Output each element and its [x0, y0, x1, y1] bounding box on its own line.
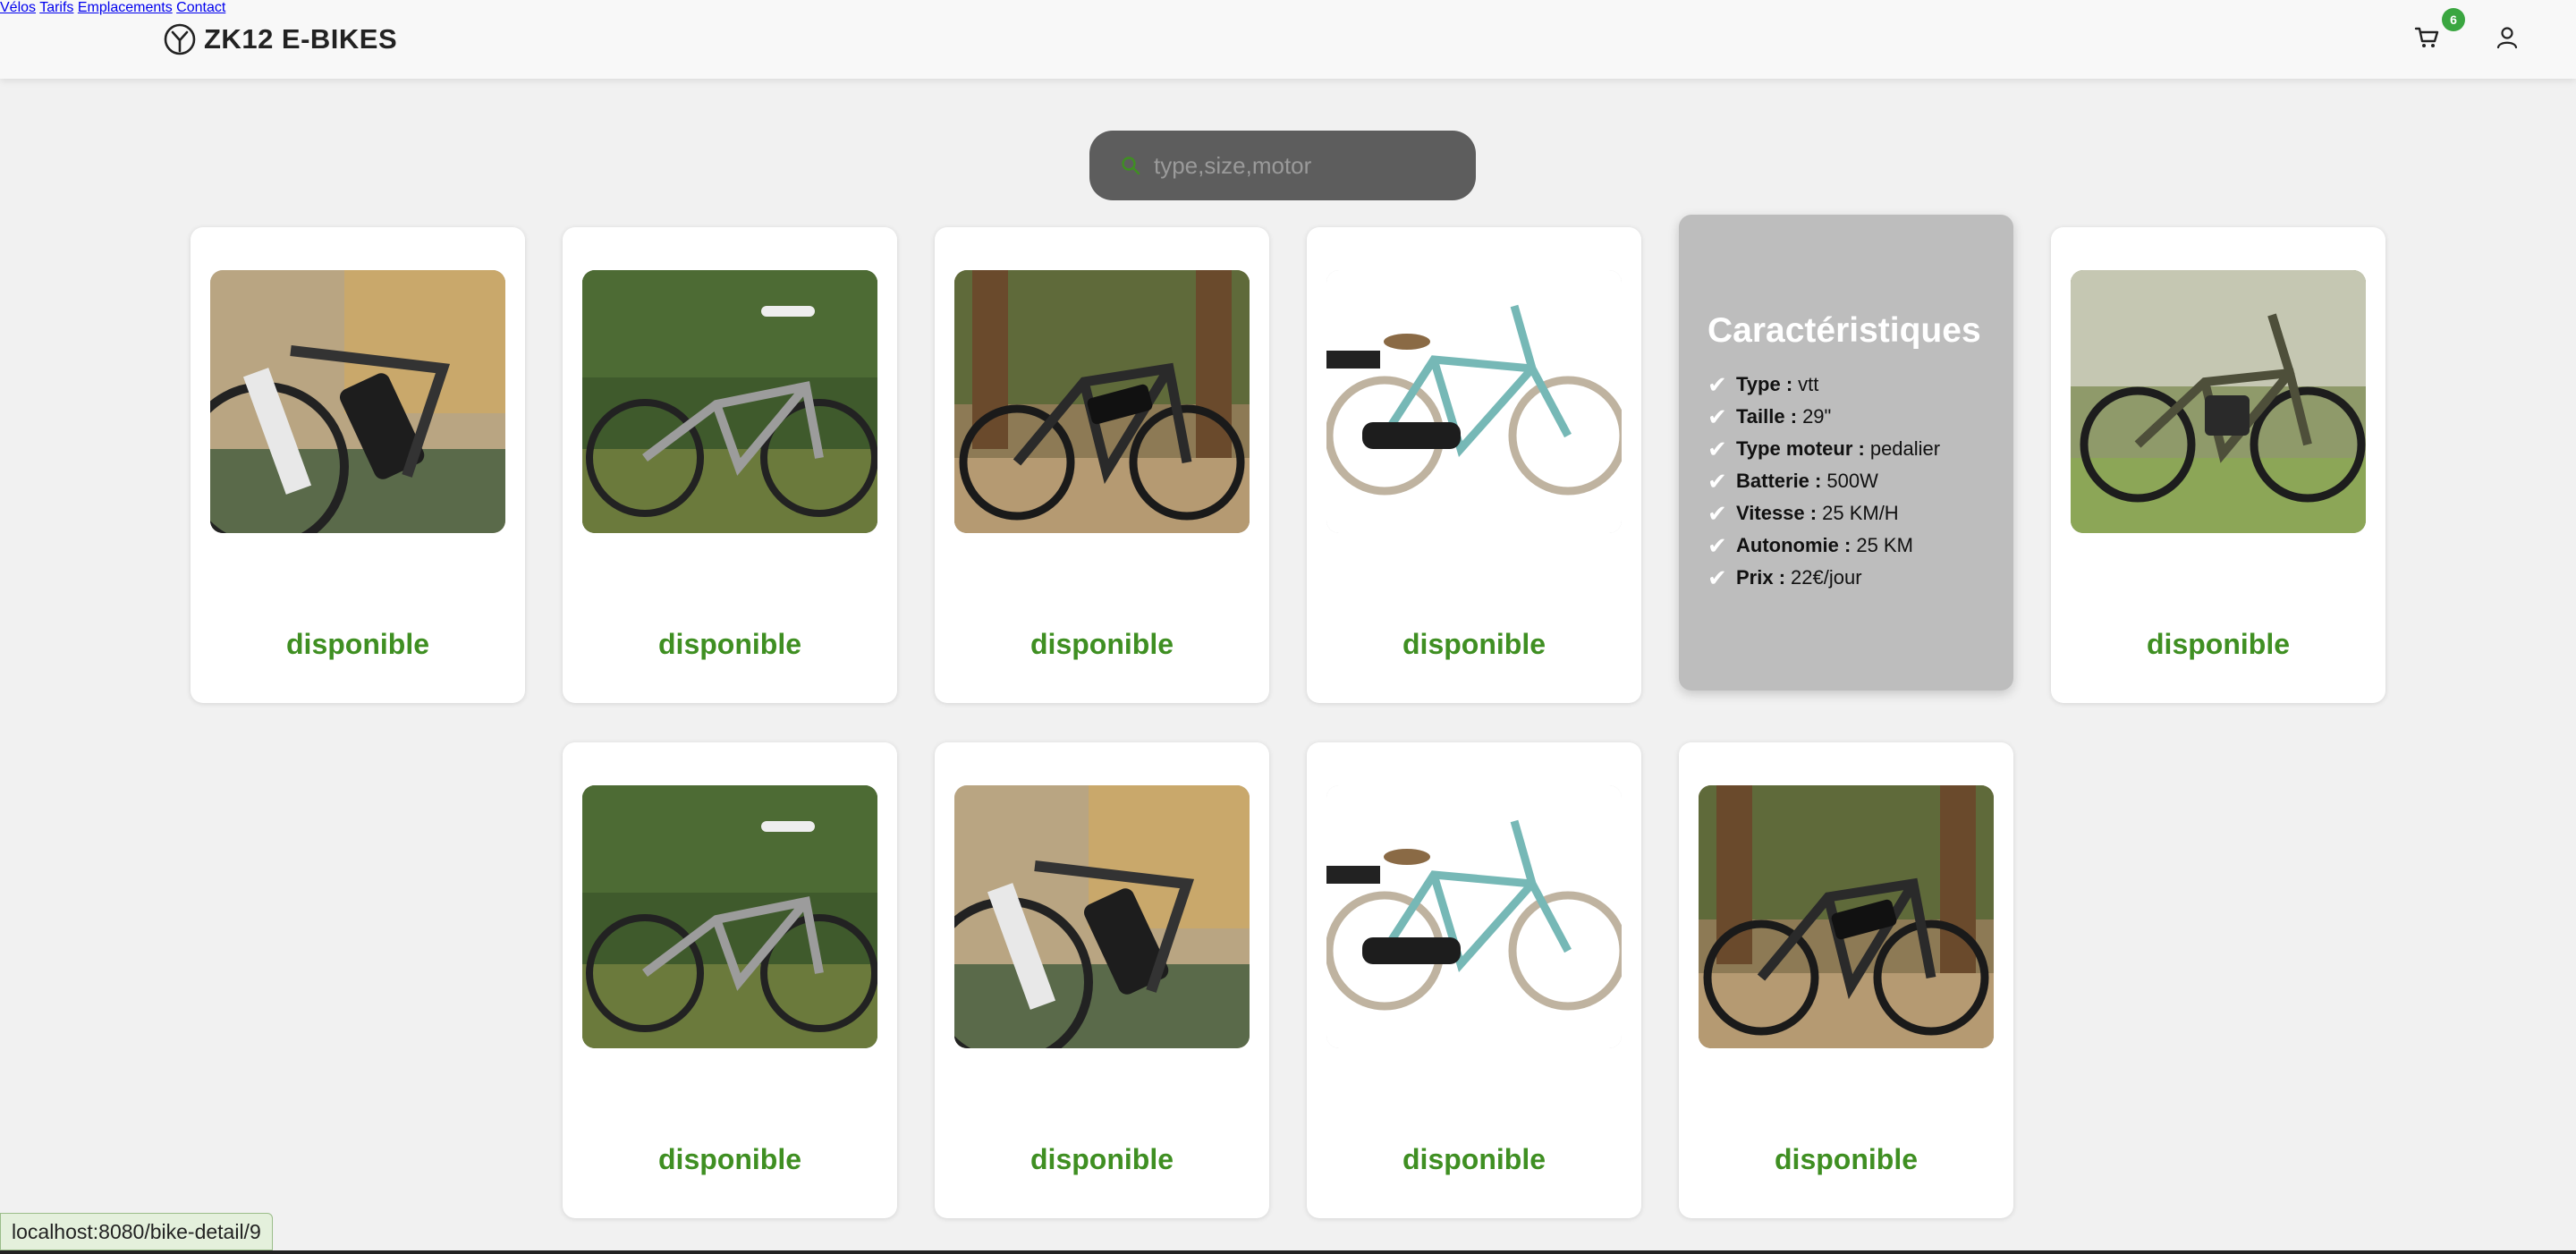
specs-title: Caractéristiques	[1707, 311, 1981, 350]
bike-photo	[1326, 785, 1622, 1048]
availability-status: disponible	[286, 628, 429, 660]
spec-item-price: ✔ Prix :22€/jour	[1707, 563, 1862, 591]
user-account-icon[interactable]	[2494, 24, 2521, 51]
bike-card[interactable]: disponible	[563, 742, 897, 1218]
cart-icon[interactable]	[2412, 23, 2441, 52]
availability-status: disponible	[1030, 1143, 1174, 1175]
check-icon: ✔	[1707, 563, 1727, 591]
nav-link-tarifs[interactable]: Tarifs	[39, 0, 73, 15]
bike-photo	[954, 785, 1250, 1048]
nav-link-velos[interactable]: Vélos	[0, 0, 36, 15]
bike-photo	[2071, 270, 2366, 533]
window-bottom-edge	[0, 1250, 2576, 1254]
bike-photo	[1326, 270, 1622, 533]
check-icon: ✔	[1707, 402, 1727, 430]
brand-logo-link[interactable]: ZK12 E-BIKES	[163, 18, 397, 61]
spec-item-type: ✔ Type : vtt	[1707, 370, 1819, 398]
availability-status: disponible	[658, 1143, 801, 1175]
spec-item-speed: ✔ Vitesse :25 KM/H	[1707, 499, 1899, 527]
availability-status: disponible	[1402, 628, 1546, 660]
availability-status: disponible	[1775, 1143, 1918, 1175]
bike-photo	[582, 785, 877, 1048]
check-icon: ✔	[1707, 467, 1727, 495]
check-icon: ✔	[1707, 499, 1727, 527]
link-preview-statusbar: localhost:8080/bike-detail/9	[0, 1213, 273, 1250]
bike-card[interactable]: disponible	[935, 742, 1269, 1218]
bike-card[interactable]: disponible	[1307, 742, 1641, 1218]
search-input[interactable]	[1154, 151, 1440, 180]
spec-item-size: ✔ Taille :29"	[1707, 402, 1832, 430]
bike-card[interactable]: disponible	[2051, 227, 2385, 703]
bike-card[interactable]: disponible	[935, 227, 1269, 703]
search-icon	[1122, 157, 1140, 175]
spec-item-range: ✔ Autonomie :25 KM	[1707, 531, 1913, 559]
nav-link-emplacements[interactable]: Emplacements	[78, 0, 173, 15]
nav-link-contact[interactable]: Contact	[176, 0, 225, 15]
search-bar[interactable]	[1089, 131, 1476, 200]
spec-item-motor: ✔ Type moteur : pedalier	[1707, 435, 1941, 462]
bike-fork-logo-icon	[164, 23, 196, 55]
check-icon: ✔	[1707, 531, 1727, 559]
bike-photo	[954, 270, 1250, 533]
bike-photo	[210, 270, 505, 533]
bike-card[interactable]: disponible	[191, 227, 525, 703]
bike-card[interactable]: disponible	[563, 227, 897, 703]
availability-status: disponible	[1030, 628, 1174, 660]
bike-specs-card[interactable]: Caractéristiques ✔ Type : vtt ✔ Taille :29"…	[1679, 215, 2013, 691]
availability-status: disponible	[658, 628, 801, 660]
availability-status: disponible	[2147, 628, 2290, 660]
bike-card[interactable]: disponible	[1679, 742, 2013, 1218]
bike-card[interactable]: disponible	[1307, 227, 1641, 703]
cart-count-badge: 6	[2442, 8, 2465, 31]
brand-name: ZK12 E-BIKES	[204, 23, 398, 55]
top-navbar: ZK12 E-BIKES Vélos Tarifs Emplacements C…	[0, 0, 2576, 79]
availability-status: disponible	[1402, 1143, 1546, 1175]
bike-photo	[1699, 785, 1994, 1048]
check-icon: ✔	[1707, 370, 1727, 398]
bike-photo	[582, 270, 877, 533]
specs-list: ✔ Type : vtt ✔ Taille :29" ✔ Type moteur : pe…	[1707, 369, 1940, 594]
spec-item-battery: ✔ Batterie :500W	[1707, 467, 1878, 495]
check-icon: ✔	[1707, 435, 1727, 462]
